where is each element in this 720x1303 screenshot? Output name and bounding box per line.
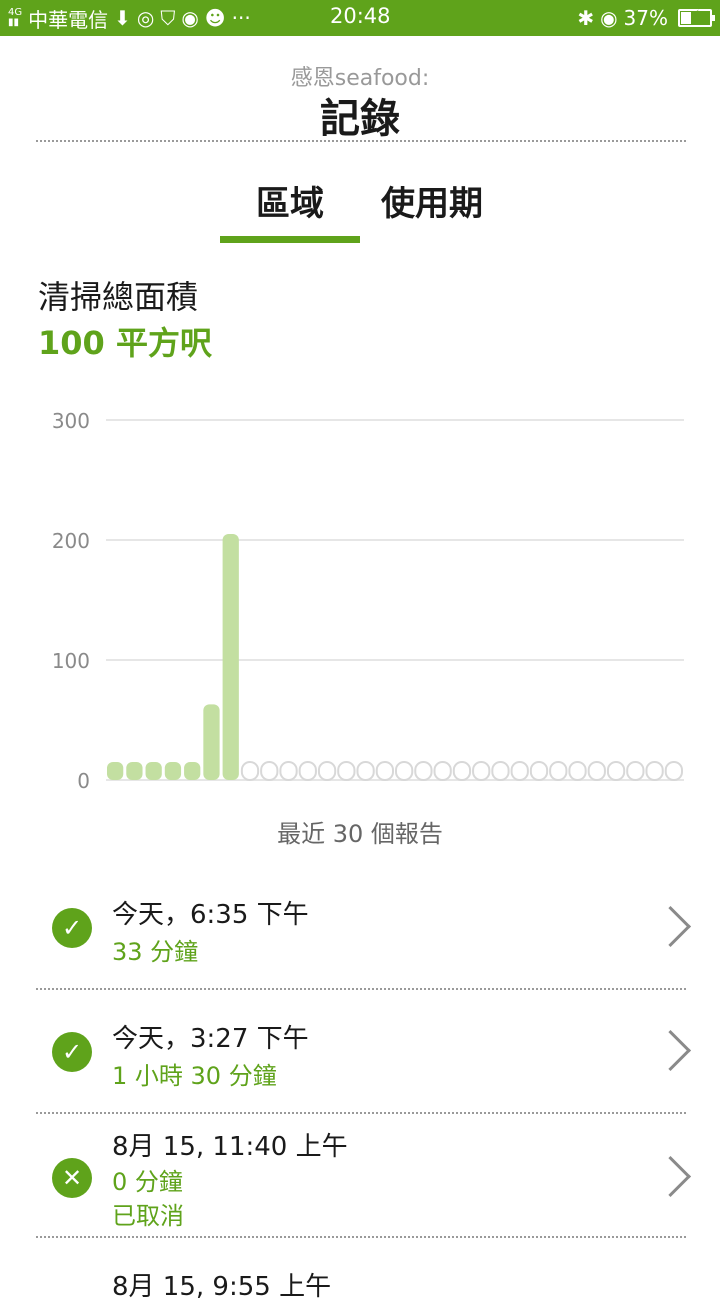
record-duration: 33 分鐘 [112, 938, 199, 966]
status-left: 4G ▮▮ 中華電信 ⬇ ◎ ⛉ ◉ ☻ ··· [8, 4, 251, 33]
chart-caption: 最近 30 個報告 [277, 820, 443, 848]
record-time: 8月 15, 11:40 上午 [112, 1132, 348, 1162]
record-status: 已取消 [112, 1202, 184, 1230]
total-area-value: 100 平方呎 [38, 324, 212, 362]
bar-15 [375, 761, 395, 781]
tab-indicator [220, 236, 360, 243]
bar-16 [395, 761, 414, 781]
bar-23 [529, 761, 549, 781]
bar-26 [587, 761, 606, 781]
battery-icon: ⚡ [678, 8, 715, 27]
bar-3 [145, 762, 162, 780]
charging-icon: ⚡ [690, 8, 700, 24]
bar-13 [337, 761, 356, 781]
instagram-icon: ◎ [136, 6, 155, 30]
record-time: 8月 15, 9:55 上午 [112, 1272, 332, 1302]
check-icon: ✓ [52, 908, 92, 948]
y-tick-label: 0 [77, 769, 90, 793]
close-icon: ✕ [52, 1158, 92, 1198]
area-bar-chart: 0 100 200 300 [52, 409, 684, 793]
bar-22 [510, 761, 529, 781]
network-indicator: 4G ▮▮ [8, 7, 23, 28]
status-right: ✱ ◉ 37% ⚡ [577, 6, 715, 30]
bar-1 [107, 762, 124, 780]
record-duration: 1 小時 30 分鐘 [112, 1062, 277, 1090]
bar-12 [317, 761, 337, 781]
page-title: 記錄 [320, 96, 400, 142]
y-tick-label: 200 [52, 529, 90, 553]
battery-percent: 37% [623, 6, 668, 30]
tab-period[interactable]: 使用期 [364, 176, 500, 225]
row-divider [36, 988, 686, 990]
bar-29 [645, 761, 664, 781]
chevron-right-icon[interactable] [649, 905, 692, 948]
bar-20 [472, 761, 491, 781]
bar-4 [164, 762, 182, 780]
android-icon: ☻ [204, 6, 226, 30]
bar-11 [298, 761, 317, 781]
bar-19 [452, 761, 472, 781]
bar-24 [549, 761, 568, 781]
row-divider [36, 1112, 686, 1114]
download-icon: ⬇ [114, 6, 131, 30]
chevron-right-icon[interactable] [649, 1155, 692, 1198]
bar-21 [491, 761, 510, 781]
bar-28 [626, 761, 645, 781]
bar-25 [568, 761, 587, 781]
vpn-icon: ◉ [181, 6, 199, 30]
carrier-name: 中華電信 [28, 7, 109, 32]
bar-9 [260, 761, 279, 781]
bar-6 [203, 704, 220, 780]
row-divider [36, 1236, 686, 1238]
record-time: 今天，6:35 下午 [112, 900, 309, 930]
y-tick-label: 300 [52, 409, 90, 433]
chevron-right-icon[interactable] [649, 1029, 692, 1072]
header-divider [36, 140, 686, 142]
bluetooth-icon: ✱ [577, 6, 595, 30]
y-tick-label: 100 [52, 649, 90, 673]
more-icon: ··· [231, 6, 251, 30]
status-time: 20:48 [330, 4, 391, 28]
status-bar: 4G ▮▮ 中華電信 ⬇ ◎ ⛉ ◉ ☻ ··· 20:48 ✱ ◉ 37% ⚡ [0, 0, 720, 36]
record-time: 今天，3:27 下午 [112, 1024, 309, 1054]
bar-2 [126, 762, 143, 780]
bar-27 [606, 761, 626, 781]
bar-5 [184, 762, 201, 780]
bar-7 [222, 534, 239, 780]
bar-18 [433, 761, 452, 781]
bar-8 [240, 761, 260, 781]
bar-14 [356, 761, 375, 781]
bar-17 [414, 761, 433, 781]
shield-icon: ⛉ [160, 6, 176, 30]
total-area-label: 清掃總面積 [38, 278, 199, 316]
eye-icon: ◉ [600, 6, 618, 30]
bar-30 [664, 761, 684, 781]
tab-area[interactable]: 區域 [220, 176, 360, 225]
bar-10 [279, 761, 298, 781]
record-duration: 0 分鐘 [112, 1168, 183, 1196]
check-icon: ✓ [52, 1032, 92, 1072]
